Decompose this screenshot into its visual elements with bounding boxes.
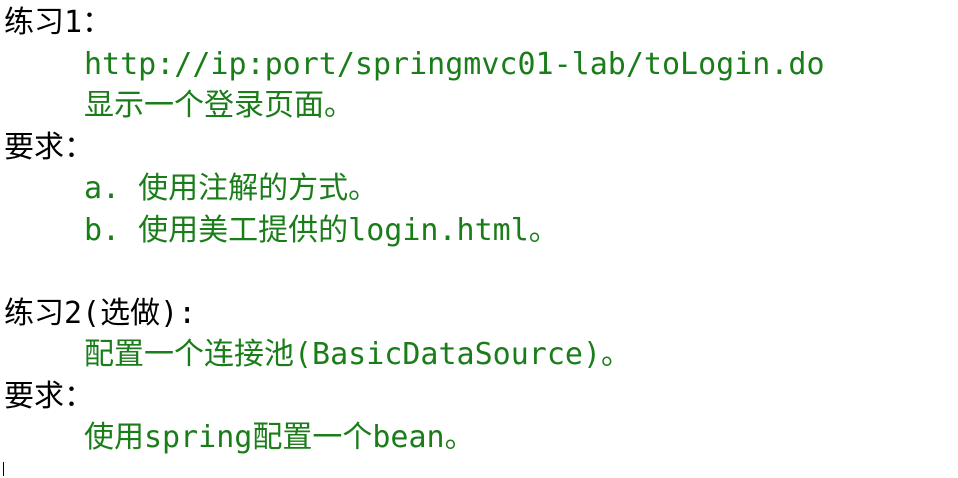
exercise1-title: 练习1： <box>4 5 113 40</box>
exercise1-url: http://ip:port/springmvc01-lab/toLogin.d… <box>84 46 825 82</box>
document-body: 练习1： http://ip:port/springmvc01-lab/toLo… <box>4 2 954 459</box>
exercise1-description: 显示一个登录页面。 <box>84 88 354 123</box>
text-cursor <box>3 462 4 476</box>
exercise2-title: 练习2(选做): <box>4 295 197 331</box>
exercise2-requirements-label: 要求： <box>4 378 94 414</box>
exercise2-requirement: 使用spring配置一个bean。 <box>84 420 475 455</box>
exercise1-requirement-a: a. 使用注解的方式。 <box>84 171 379 206</box>
exercise1-requirements-label: 要求： <box>4 129 94 165</box>
exercise2-description: 配置一个连接池(BasicDataSource)。 <box>84 337 632 372</box>
exercise1-requirement-b: b. 使用美工提供的login.html。 <box>84 212 559 248</box>
